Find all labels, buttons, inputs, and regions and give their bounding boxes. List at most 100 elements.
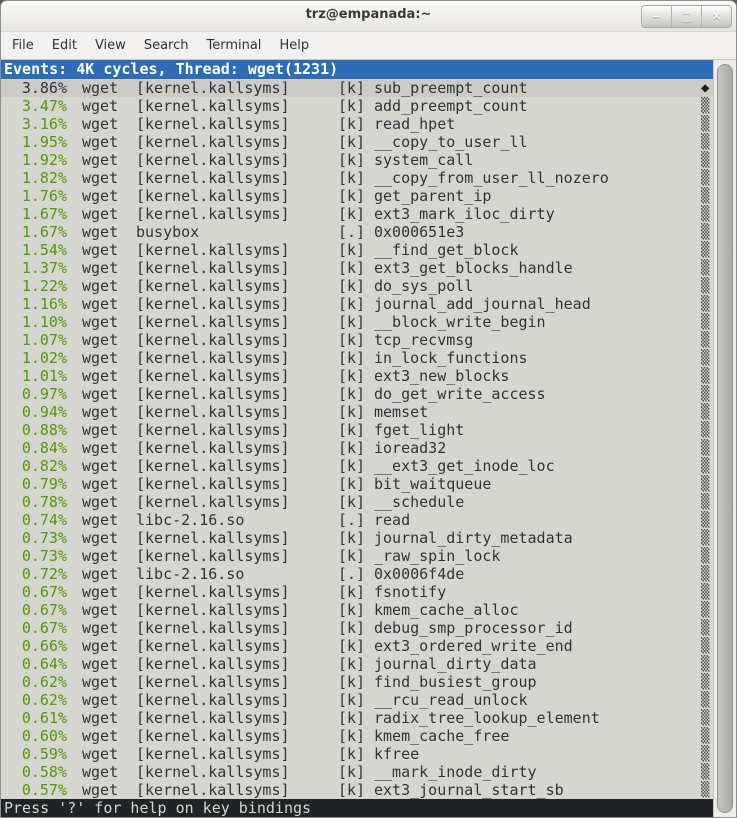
table-row[interactable]: 1.82% wget [kernel.kallsyms] [k] __copy_… [1,169,713,187]
table-row[interactable]: 0.84% wget [kernel.kallsyms] [k] ioread3… [1,439,713,457]
row-shared-object: [kernel.kallsyms] [136,187,338,205]
table-row[interactable]: 3.16% wget [kernel.kallsyms] [k] read_hp… [1,115,713,133]
table-row[interactable]: 0.64% wget [kernel.kallsyms] [k] journal… [1,655,713,673]
scrollbar-thumb[interactable] [717,64,733,813]
table-row[interactable]: 0.57% wget [kernel.kallsyms] [k] ext3_jo… [1,781,713,799]
table-row[interactable]: 0.72% wget libc-2.16.so [.] 0x0006f4de ▒ [1,565,713,583]
table-row[interactable]: 1.76% wget [kernel.kallsyms] [k] get_par… [1,187,713,205]
close-button[interactable]: ✕ [701,6,731,27]
row-percent: 3.47% [4,97,67,115]
table-row[interactable]: 1.67% wget [kernel.kallsyms] [k] ext3_ma… [1,205,713,223]
scroll-indicator: ▒ [701,439,713,457]
table-row[interactable]: 0.97% wget [kernel.kallsyms] [k] do_get_… [1,385,713,403]
scroll-indicator: ▒ [701,385,713,403]
table-row[interactable]: 1.01% wget [kernel.kallsyms] [k] ext3_ne… [1,367,713,385]
row-symbol-type: [k] [338,619,374,637]
scroll-indicator: ▒ [701,691,713,709]
table-row[interactable]: 0.79% wget [kernel.kallsyms] [k] bit_wai… [1,475,713,493]
menu-item[interactable]: Search [135,34,198,57]
row-symbol-type: [k] [338,187,374,205]
row-shared-object: [kernel.kallsyms] [136,367,338,385]
table-row[interactable]: 0.66% wget [kernel.kallsyms] [k] ext3_or… [1,637,713,655]
row-command: wget [67,403,136,421]
row-shared-object: [kernel.kallsyms] [136,295,338,313]
row-symbol: __schedule [374,493,701,511]
row-percent: 1.76% [4,187,67,205]
row-symbol: ext3_new_blocks [374,367,701,385]
row-command: wget [67,565,136,583]
row-symbol-type: [k] [338,169,374,187]
gtk-scrollbar[interactable] [713,60,736,817]
table-row[interactable]: 1.67% wget busybox [.] 0x000651e3 ▒ [1,223,713,241]
row-symbol: 0x000651e3 [374,223,701,241]
row-symbol: kmem_cache_free [374,727,701,745]
table-row[interactable]: 1.92% wget [kernel.kallsyms] [k] system_… [1,151,713,169]
scroll-indicator: ▒ [701,493,713,511]
row-symbol: __copy_from_user_ll_nozero [374,169,701,187]
row-shared-object: [kernel.kallsyms] [136,727,338,745]
row-shared-object: [kernel.kallsyms] [136,277,338,295]
table-row[interactable]: 0.59% wget [kernel.kallsyms] [k] kfree ▒ [1,745,713,763]
table-row[interactable]: 3.86% wget [kernel.kallsyms] [k] sub_pre… [1,79,713,97]
menu-item[interactable]: File [3,34,43,57]
row-command: wget [67,691,136,709]
table-row[interactable]: 0.58% wget [kernel.kallsyms] [k] __mark_… [1,763,713,781]
row-command: wget [67,133,136,151]
scroll-indicator: ▒ [701,601,713,619]
table-row[interactable]: 0.73% wget [kernel.kallsyms] [k] _raw_sp… [1,547,713,565]
table-row[interactable]: 0.62% wget [kernel.kallsyms] [k] __rcu_r… [1,691,713,709]
help-statusbar: Press '?' for help on key bindings [1,799,713,817]
row-percent: 1.07% [4,331,67,349]
table-row[interactable]: 3.47% wget [kernel.kallsyms] [k] add_pre… [1,97,713,115]
row-symbol: ext3_get_blocks_handle [374,259,701,277]
table-row[interactable]: 0.88% wget [kernel.kallsyms] [k] fget_li… [1,421,713,439]
menu-item[interactable]: View [86,34,135,57]
table-row[interactable]: 0.62% wget [kernel.kallsyms] [k] find_bu… [1,673,713,691]
table-row[interactable]: 1.95% wget [kernel.kallsyms] [k] __copy_… [1,133,713,151]
table-row[interactable]: 1.37% wget [kernel.kallsyms] [k] ext3_ge… [1,259,713,277]
row-shared-object: [kernel.kallsyms] [136,781,338,799]
row-symbol: journal_dirty_metadata [374,529,701,547]
table-row[interactable]: 1.10% wget [kernel.kallsyms] [k] __block… [1,313,713,331]
table-row[interactable]: 0.74% wget libc-2.16.so [.] read ▒ [1,511,713,529]
menu-item[interactable]: Terminal [197,34,270,57]
menu-item[interactable]: Edit [43,34,86,57]
scroll-indicator: ▒ [701,349,713,367]
row-symbol-type: [k] [338,547,374,565]
menu-item[interactable]: Help [270,34,318,57]
table-row[interactable]: 0.60% wget [kernel.kallsyms] [k] kmem_ca… [1,727,713,745]
row-percent: 0.59% [4,745,67,763]
row-percent: 1.82% [4,169,67,187]
row-symbol-type: [k] [338,349,374,367]
scroll-indicator: ▒ [701,97,713,115]
row-symbol-type: [k] [338,493,374,511]
row-command: wget [67,529,136,547]
table-row[interactable]: 1.02% wget [kernel.kallsyms] [k] in_lock… [1,349,713,367]
row-shared-object: [kernel.kallsyms] [136,457,338,475]
row-shared-object: [kernel.kallsyms] [136,691,338,709]
table-row[interactable]: 0.67% wget [kernel.kallsyms] [k] debug_s… [1,619,713,637]
table-row[interactable]: 0.67% wget [kernel.kallsyms] [k] kmem_ca… [1,601,713,619]
row-symbol: sub_preempt_count [374,79,701,97]
titlebar[interactable]: trz@empanada:~ − □ ✕ [1,1,736,32]
table-row[interactable]: 1.54% wget [kernel.kallsyms] [k] __find_… [1,241,713,259]
row-shared-object: [kernel.kallsyms] [136,151,338,169]
row-shared-object: [kernel.kallsyms] [136,97,338,115]
minimize-button[interactable]: − [642,6,671,27]
row-symbol: ext3_mark_iloc_dirty [374,205,701,223]
table-row[interactable]: 0.73% wget [kernel.kallsyms] [k] journal… [1,529,713,547]
row-percent: 0.84% [4,439,67,457]
table-row[interactable]: 0.94% wget [kernel.kallsyms] [k] memset … [1,403,713,421]
table-row[interactable]: 1.16% wget [kernel.kallsyms] [k] journal… [1,295,713,313]
row-symbol: add_preempt_count [374,97,701,115]
table-row[interactable]: 1.07% wget [kernel.kallsyms] [k] tcp_rec… [1,331,713,349]
table-row[interactable]: 1.22% wget [kernel.kallsyms] [k] do_sys_… [1,277,713,295]
table-row[interactable]: 0.61% wget [kernel.kallsyms] [k] radix_t… [1,709,713,727]
scroll-indicator: ▒ [701,619,713,637]
table-row[interactable]: 0.78% wget [kernel.kallsyms] [k] __sched… [1,493,713,511]
row-percent: 0.72% [4,565,67,583]
row-symbol-type: [k] [338,367,374,385]
table-row[interactable]: 0.67% wget [kernel.kallsyms] [k] fsnotif… [1,583,713,601]
maximize-button[interactable]: □ [671,6,701,27]
table-row[interactable]: 0.82% wget [kernel.kallsyms] [k] __ext3_… [1,457,713,475]
